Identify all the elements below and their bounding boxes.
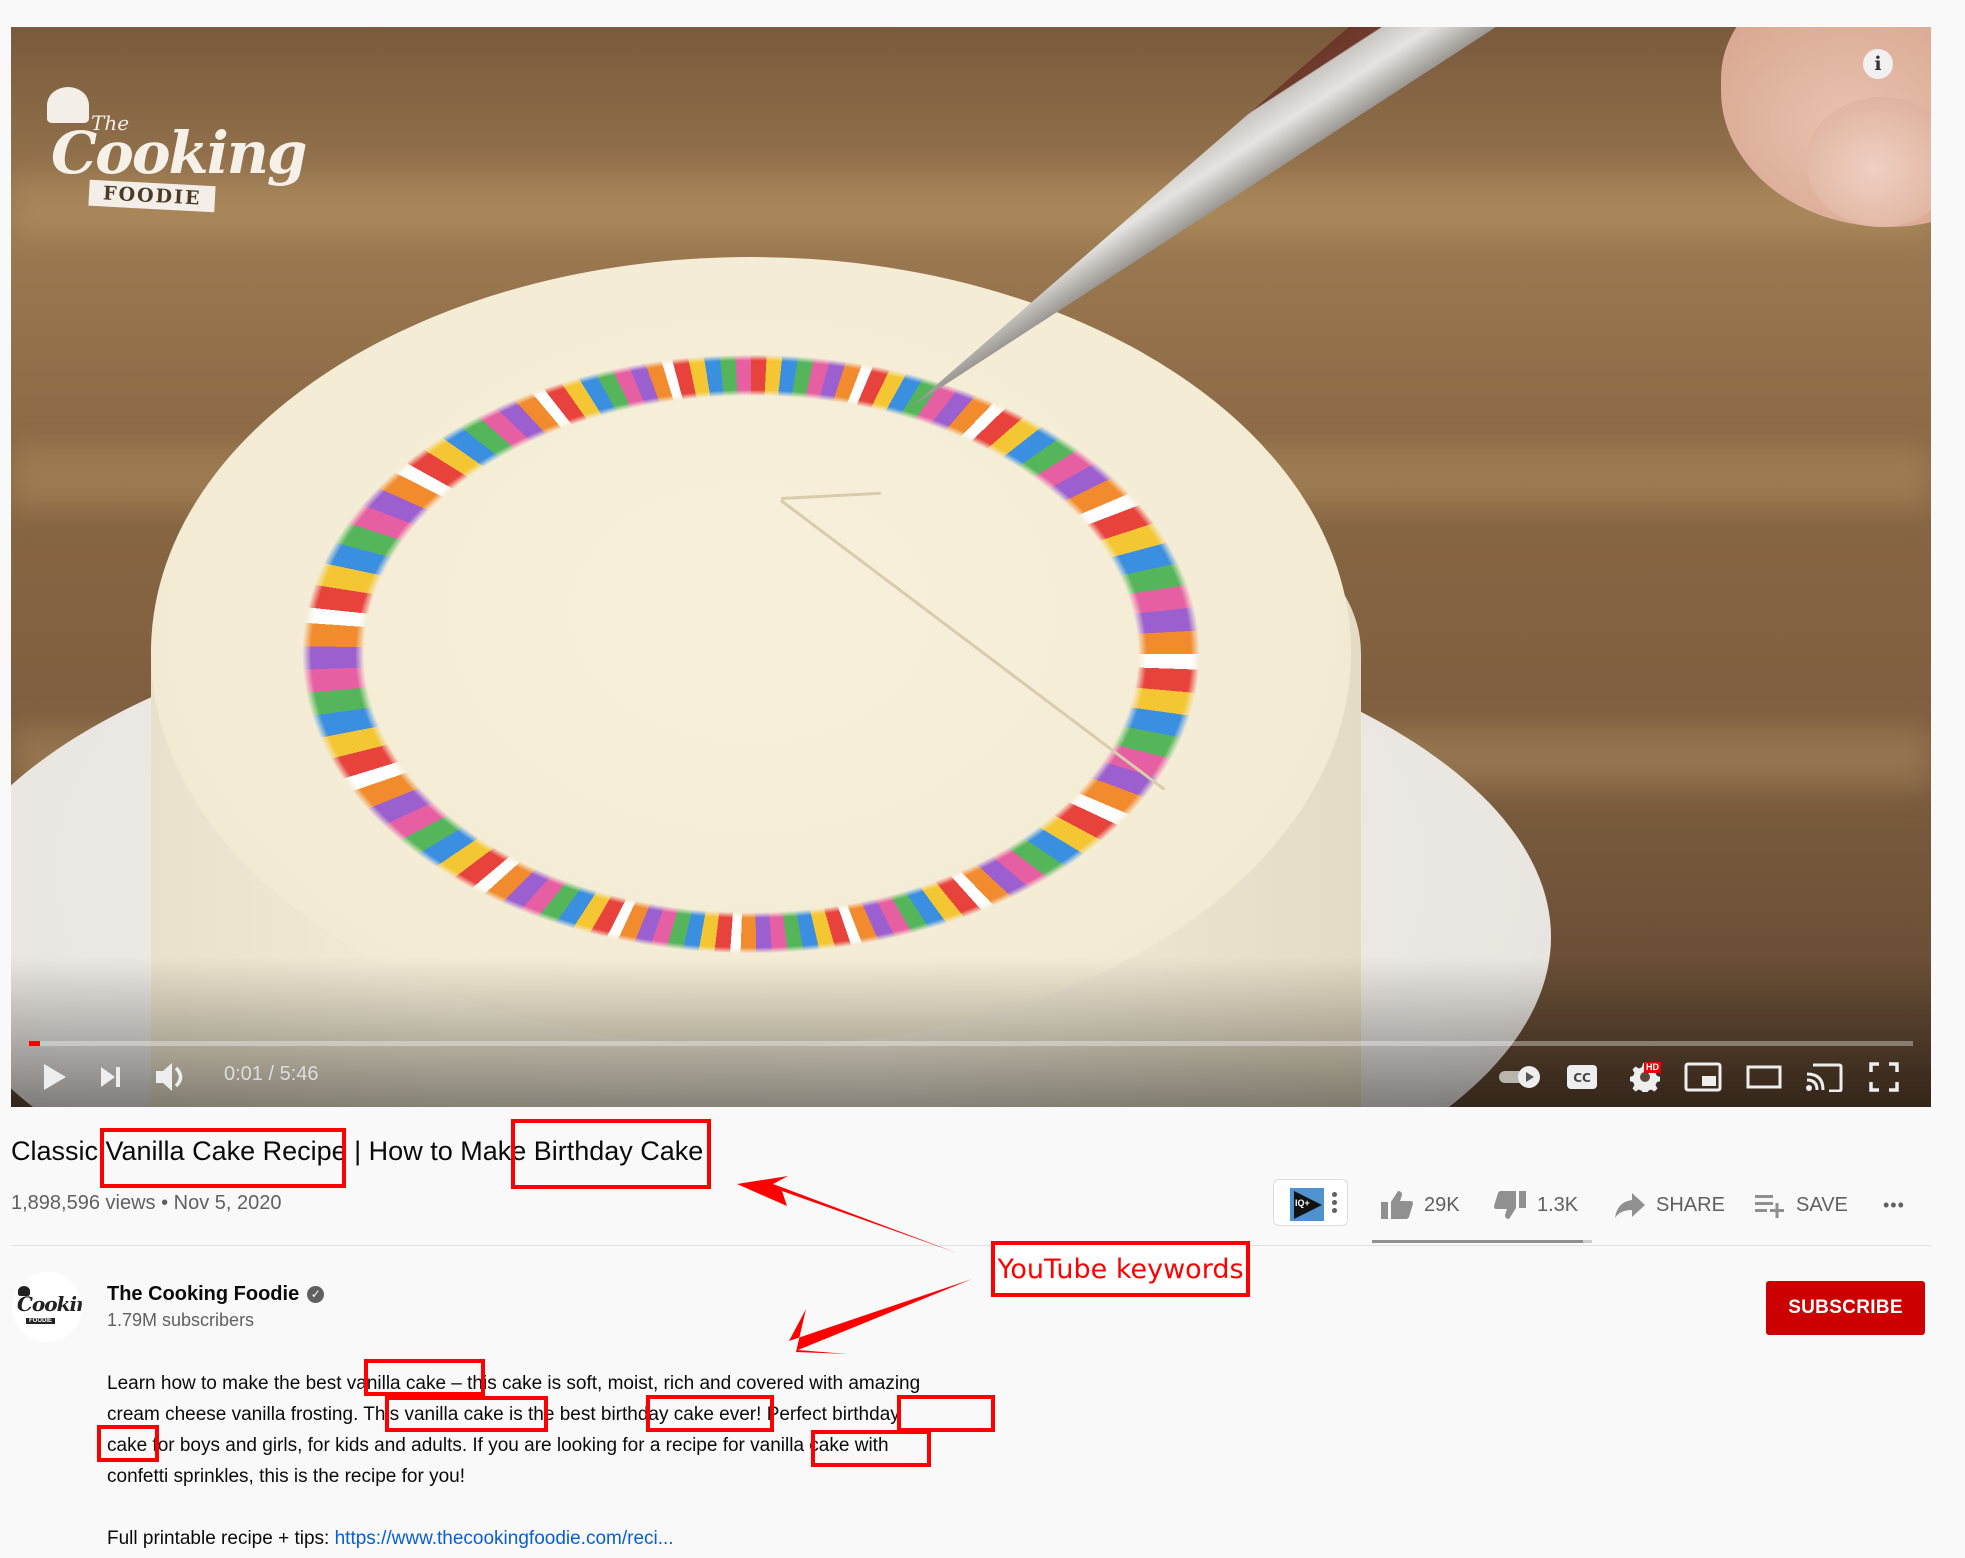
keyword-highlight-box xyxy=(97,1425,159,1462)
autoplay-toggle[interactable] xyxy=(1498,1057,1542,1097)
recipe-line: Full printable recipe + tips: https://ww… xyxy=(107,1523,1037,1554)
more-vert-icon xyxy=(1332,1192,1338,1216)
channel-name[interactable]: The Cooking Foodie ✓ xyxy=(107,1283,325,1306)
volume-button[interactable] xyxy=(147,1057,197,1097)
subscribe-button[interactable]: SUBSCRIBE xyxy=(1766,1281,1925,1335)
volume-icon xyxy=(156,1063,183,1091)
fullscreen-button[interactable] xyxy=(1864,1057,1904,1097)
title-part: | How to Make xyxy=(346,1136,534,1166)
watermark-cooking: Cooking xyxy=(51,119,307,187)
recipe-link[interactable]: https://www.thecookingfoodie.com/reci... xyxy=(335,1528,674,1549)
chef-hat-icon xyxy=(47,87,89,123)
more-horiz-icon: ••• xyxy=(1883,1194,1905,1215)
arrow-to-title xyxy=(737,1176,957,1253)
theater-icon xyxy=(1746,1065,1782,1089)
dislike-button[interactable]: 1.3K xyxy=(1493,1185,1578,1225)
divider xyxy=(11,1245,1931,1246)
watermark-banner: FOODIE xyxy=(88,179,217,213)
avatar-logo-text: Cooking xyxy=(17,1292,82,1316)
video-player[interactable]: The Cooking FOODIE i 0:01 / 5:46 CC HD xyxy=(11,27,1931,1107)
arrow-to-description xyxy=(789,1279,972,1354)
next-button[interactable] xyxy=(91,1057,131,1097)
keyword-highlight-box xyxy=(811,1430,931,1467)
sentiment-bar xyxy=(1372,1240,1592,1243)
theater-mode-button[interactable] xyxy=(1744,1057,1784,1097)
keyword-highlight-box xyxy=(511,1119,711,1189)
share-icon xyxy=(1615,1193,1645,1218)
captions-button[interactable]: CC xyxy=(1564,1057,1600,1097)
sprinkles xyxy=(129,239,1373,1069)
share-button[interactable]: SHARE xyxy=(1614,1185,1725,1225)
like-button[interactable]: 29K xyxy=(1380,1185,1460,1225)
keyword-highlight-box xyxy=(897,1395,995,1432)
title-part: Classic xyxy=(11,1136,106,1166)
progress-bar[interactable] xyxy=(29,1041,1913,1046)
channel-avatar[interactable]: Cooking FOODIE xyxy=(12,1272,82,1342)
next-icon xyxy=(101,1067,120,1087)
like-count: 29K xyxy=(1424,1193,1460,1216)
avatar-logo-band: FOODIE xyxy=(26,1318,56,1324)
progress-fill xyxy=(29,1041,41,1046)
keyword-highlight-box xyxy=(646,1395,774,1432)
channel-name-text[interactable]: The Cooking Foodie xyxy=(107,1283,299,1306)
verified-icon: ✓ xyxy=(307,1286,325,1303)
autoplay-toggle-icon xyxy=(1499,1066,1540,1088)
extension-button[interactable]: IQ+ xyxy=(1273,1179,1348,1226)
keyword-highlight-box xyxy=(364,1359,485,1396)
subscriber-count: 1.79M subscribers xyxy=(107,1310,255,1330)
keyword-highlight-box xyxy=(100,1128,346,1188)
sentiment-fill xyxy=(1372,1240,1583,1243)
fullscreen-icon xyxy=(1869,1062,1899,1092)
captions-icon: CC xyxy=(1567,1065,1597,1089)
recipe-prefix: Full printable recipe + tips: xyxy=(107,1528,335,1549)
keyword-highlight-box xyxy=(385,1396,548,1432)
more-actions-button[interactable]: ••• xyxy=(1883,1185,1905,1225)
annotation-label: YouTube keywords xyxy=(991,1241,1250,1297)
vidiq-icon: IQ+ xyxy=(1290,1188,1324,1221)
svg-text:CC: CC xyxy=(1573,1071,1591,1085)
share-label: SHARE xyxy=(1656,1193,1725,1216)
hd-badge: HD xyxy=(1644,1062,1661,1073)
playlist-add-icon xyxy=(1755,1195,1784,1218)
play-icon xyxy=(44,1064,66,1090)
save-label: SAVE xyxy=(1796,1193,1848,1216)
cast-icon xyxy=(1806,1063,1843,1092)
player-controls: 0:01 / 5:46 CC HD xyxy=(11,1057,1931,1097)
settings-button[interactable]: HD xyxy=(1623,1057,1667,1097)
save-button[interactable]: SAVE xyxy=(1754,1185,1848,1225)
info-icon[interactable]: i xyxy=(1863,49,1893,79)
dislike-count: 1.3K xyxy=(1537,1193,1579,1216)
miniplayer-icon xyxy=(1684,1062,1722,1092)
cast-button[interactable] xyxy=(1803,1057,1845,1097)
play-button[interactable] xyxy=(35,1057,75,1097)
view-count-date: 1,898,596 views • Nov 5, 2020 xyxy=(11,1192,282,1214)
channel-watermark: The Cooking FOODIE xyxy=(33,53,307,213)
miniplayer-button[interactable] xyxy=(1683,1057,1723,1097)
thumbs-up-icon xyxy=(1381,1191,1413,1219)
time-display: 0:01 / 5:46 xyxy=(224,1063,319,1085)
thumbs-down-icon xyxy=(1494,1191,1526,1219)
